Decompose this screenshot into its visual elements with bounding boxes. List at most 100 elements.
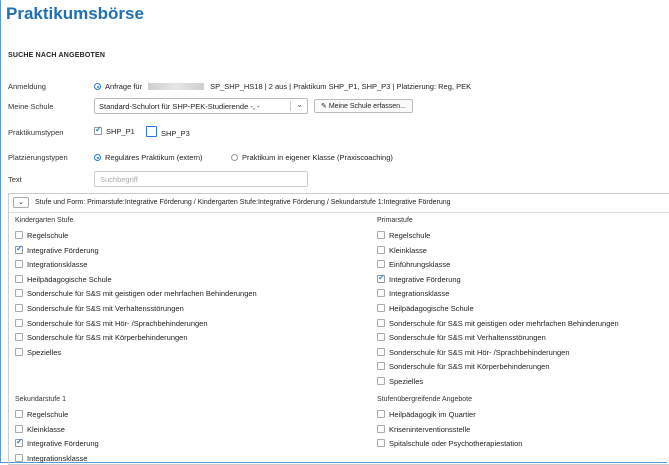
praktikumstypen-label: Praktikumstypen <box>8 128 64 137</box>
list-item-label: Integrative Förderung <box>389 274 461 284</box>
anmeldung-radio[interactable] <box>94 83 101 90</box>
list-item[interactable]: Spezielles <box>377 377 423 386</box>
list-item-label: Spitalschule oder Psychotherapiestation <box>389 439 523 449</box>
regulaer-radio[interactable] <box>94 154 101 161</box>
list-item[interactable]: Integrative Förderung <box>15 244 99 255</box>
list-item[interactable]: Spitalschule oder Psychotherapiestation <box>377 439 522 448</box>
list-item-label: Integrationsklasse <box>27 260 88 270</box>
checkbox[interactable] <box>15 260 23 269</box>
schule-label: Meine Schule <box>8 102 54 111</box>
list-item[interactable]: Einführungsklasse <box>377 260 450 269</box>
section-title: SUCHE NACH ANGEBOTEN <box>8 52 106 59</box>
chevron-down-icon[interactable]: ⌄ <box>13 197 29 208</box>
checkbox[interactable] <box>377 260 385 269</box>
list-item-label: Sonderschule für S&S mit Verhaltensstöru… <box>27 304 184 313</box>
text-label: Text <box>8 175 22 184</box>
praktikumstyp-shp-p3[interactable]: SHP_P3 <box>146 126 190 138</box>
page-title: Praktikumsbörse <box>6 4 144 23</box>
redacted-name <box>148 83 205 90</box>
platzierung-regulaer[interactable]: Reguläres Praktikum (extern) <box>94 153 203 162</box>
list-item-label: Einführungsklasse <box>389 260 451 270</box>
list-item[interactable]: Integrative Förderung <box>377 273 461 284</box>
shp-p3-checkbox[interactable] <box>146 126 157 137</box>
checkbox[interactable] <box>15 289 23 298</box>
list-item[interactable]: Heilpädagogische Schule <box>377 304 474 313</box>
list-item[interactable]: Sonderschule für S&S mit Hör- /Sprachbeh… <box>15 318 208 328</box>
anmeldung-label: Anmeldung <box>8 82 46 91</box>
praktikumstyp-shp-p1[interactable]: SHP_P1 <box>94 125 135 136</box>
shp-p1-checkbox[interactable] <box>94 125 102 135</box>
list-item[interactable]: Heilpädagogik im Quartier <box>377 410 476 419</box>
checkbox[interactable] <box>377 289 385 298</box>
list-item[interactable]: Sonderschule für S&S mit Körperbehinderu… <box>15 333 188 342</box>
checkbox[interactable] <box>377 410 385 418</box>
eigene-klasse-radio[interactable] <box>231 154 238 161</box>
checkbox[interactable] <box>377 362 385 371</box>
list-item[interactable]: Kriseninterventionsstelle <box>377 424 471 434</box>
checkbox[interactable] <box>377 231 385 239</box>
checkbox[interactable] <box>377 439 385 448</box>
list-item[interactable]: Regelschule <box>377 231 430 240</box>
list-item-label: Spezielles <box>389 377 424 386</box>
eigene-klasse-label: Praktikum in eigener Klasse (Praxiscoach… <box>242 153 393 162</box>
meine-schule-button[interactable]: ✎ Meine Schule erfassen... <box>314 99 413 113</box>
checkbox[interactable] <box>377 273 385 283</box>
list-item[interactable]: Integrationsklasse <box>15 453 88 463</box>
list-item[interactable]: Regelschule <box>15 410 68 419</box>
checkbox[interactable] <box>377 347 385 356</box>
list-item[interactable]: Regelschule <box>15 231 68 240</box>
list-item[interactable]: Heilpädagogische Schule <box>15 274 112 284</box>
platzierung-eigene-klasse[interactable]: Praktikum in eigener Klasse (Praxiscoach… <box>231 153 393 162</box>
list-item-label: Regelschule <box>27 231 69 240</box>
list-item-label: Kleinklasse <box>389 245 427 255</box>
list-item[interactable]: Kleinklasse <box>15 424 65 434</box>
checkbox[interactable] <box>15 274 23 283</box>
primar-title: Primarstufe <box>377 217 413 224</box>
list-item-label: Integrationsklasse <box>27 453 88 463</box>
list-item[interactable]: Sonderschule für S&S mit Hör- /Sprachbeh… <box>377 347 570 357</box>
checkbox[interactable] <box>15 410 23 418</box>
chevron-down-icon[interactable]: ⌄ <box>296 100 303 109</box>
list-item-label: Integrative Förderung <box>27 439 99 449</box>
list-item[interactable]: Integrationsklasse <box>377 289 449 298</box>
list-item[interactable]: Sonderschule für S&S mit geistigen oder … <box>377 318 619 328</box>
list-item[interactable]: Sonderschule für S&S mit Verhaltensstöru… <box>377 333 546 342</box>
list-item[interactable]: Sonderschule für S&S mit Körperbehinderu… <box>377 362 550 371</box>
checkbox[interactable] <box>15 437 23 448</box>
list-item-label: Sonderschule für S&S mit Körperbehinderu… <box>27 333 188 343</box>
list-item-label: Spezielles <box>27 347 62 357</box>
list-item[interactable]: Integrative Förderung <box>15 437 99 449</box>
stufen-header: ⌄ Stufe und Form: Primarstufe:Integrativ… <box>9 194 669 213</box>
list-item-label: Sonderschule für S&S mit Hör- /Sprachbeh… <box>389 347 570 357</box>
list-item-label: Sonderschule für S&S mit Verhaltensstöru… <box>389 333 546 343</box>
list-item-label: Kriseninterventionsstelle <box>389 424 471 434</box>
search-input[interactable]: Suchbegriff <box>94 171 308 187</box>
list-item[interactable]: Kleinklasse <box>377 245 427 255</box>
checkbox[interactable] <box>15 318 23 327</box>
checkbox[interactable] <box>377 333 385 342</box>
checkbox[interactable] <box>377 318 385 327</box>
checkbox[interactable] <box>377 304 385 312</box>
checkbox[interactable] <box>15 333 23 342</box>
checkbox[interactable] <box>377 424 385 433</box>
checkbox[interactable] <box>15 244 23 254</box>
anmeldung-option[interactable]: Anfrage für SP_SHP_HS18 | 2 aus | Praktik… <box>94 82 471 91</box>
schule-select[interactable]: Standard-Schulort für SHP-PEK-Studierend… <box>94 98 308 114</box>
list-item-label: Regelschule <box>389 231 431 240</box>
checkbox[interactable] <box>15 424 23 433</box>
sekundar-title: Sekundarstufe 1 <box>15 396 66 403</box>
checkbox[interactable] <box>15 347 23 356</box>
checkbox[interactable] <box>15 453 23 462</box>
list-item-label: Integrationsklasse <box>389 289 450 299</box>
list-item[interactable]: Sonderschule für S&S mit geistigen oder … <box>15 289 257 298</box>
checkbox[interactable] <box>377 245 385 254</box>
checkbox[interactable] <box>15 231 23 239</box>
list-item-label: Kleinklasse <box>27 424 65 434</box>
pencil-icon: ✎ <box>321 103 327 110</box>
list-item[interactable]: Sonderschule für S&S mit Verhaltensstöru… <box>15 304 184 313</box>
checkbox[interactable] <box>15 304 23 312</box>
checkbox[interactable] <box>377 377 385 385</box>
list-item[interactable]: Spezielles <box>15 347 62 357</box>
uebergreifend-title: Stufenübergreifende Angebote <box>377 396 472 403</box>
list-item[interactable]: Integrationsklasse <box>15 260 87 269</box>
